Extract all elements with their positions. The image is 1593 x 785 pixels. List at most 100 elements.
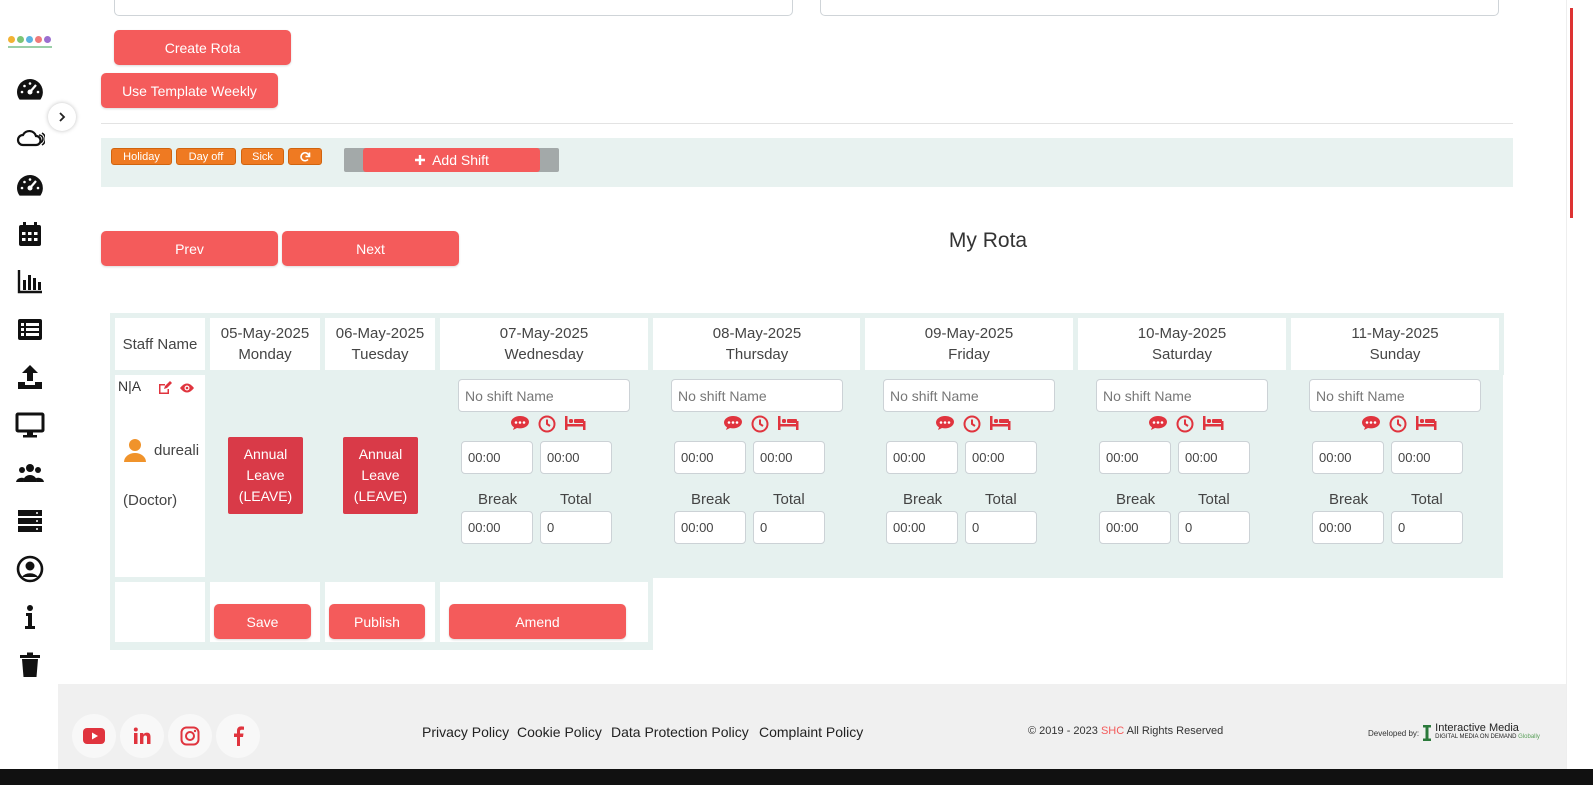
interactive-media-logo-icon	[1423, 725, 1432, 741]
total-label: Total	[1198, 491, 1230, 508]
publish-button[interactable]: Publish	[329, 604, 425, 639]
end-time-input[interactable]: 00:00	[1391, 441, 1463, 474]
end-time-input[interactable]: 00:00	[1178, 441, 1250, 474]
info-icon[interactable]	[14, 601, 46, 633]
shift-name-input[interactable]: No shift Name	[1309, 379, 1481, 412]
holiday-tag[interactable]: Holiday	[111, 148, 172, 165]
shift-name-input[interactable]: No shift Name	[671, 379, 843, 412]
developer-name-block[interactable]: Interactive Media DIGITAL MEDIA ON DEMAN…	[1435, 722, 1540, 742]
start-time-input[interactable]: 00:00	[1099, 441, 1171, 474]
top-input-left[interactable]	[114, 0, 793, 16]
clock-icon[interactable]	[538, 415, 556, 433]
list-icon[interactable]	[14, 313, 46, 345]
shift-name-input[interactable]: No shift Name	[1096, 379, 1268, 412]
clock-icon[interactable]	[963, 415, 981, 433]
break-input[interactable]: 00:00	[674, 511, 746, 544]
day-off-tag[interactable]: Day off	[176, 148, 236, 165]
total-input[interactable]: 0	[1391, 511, 1463, 544]
bed-icon[interactable]	[989, 415, 1011, 433]
edit-icon[interactable]	[157, 381, 172, 395]
total-input[interactable]: 0	[1178, 511, 1250, 544]
youtube-icon[interactable]	[72, 714, 116, 758]
day-header-thursday: 08-May-2025 Thursday	[648, 313, 866, 375]
annual-leave-badge[interactable]: Annual Leave (LEAVE)	[228, 437, 303, 514]
copyright-brand[interactable]: SHC	[1101, 725, 1124, 737]
staff-name: dureali	[154, 442, 200, 459]
clock-icon[interactable]	[1389, 415, 1407, 433]
shift-name-input[interactable]: No shift Name	[458, 379, 630, 412]
eye-icon[interactable]	[179, 382, 195, 394]
comment-icon[interactable]	[723, 415, 743, 433]
linkedin-icon[interactable]	[120, 714, 164, 758]
end-time-input[interactable]: 00:00	[753, 441, 825, 474]
sidebar-toggle-button[interactable]	[48, 103, 76, 131]
developed-by-label: Developed by:	[1368, 728, 1420, 738]
clock-icon[interactable]	[1176, 415, 1194, 433]
next-button[interactable]: Next	[282, 231, 459, 266]
users-icon[interactable]	[14, 457, 46, 489]
facebook-icon[interactable]	[216, 714, 260, 758]
data-protection-policy-link[interactable]: Data Protection Policy	[611, 724, 749, 740]
save-button[interactable]: Save	[214, 604, 311, 639]
start-time-input[interactable]: 00:00	[886, 441, 958, 474]
total-label: Total	[560, 491, 592, 508]
upload-icon[interactable]	[14, 361, 46, 393]
break-input[interactable]: 00:00	[461, 511, 533, 544]
comment-icon[interactable]	[1361, 415, 1381, 433]
dashboard-icon[interactable]	[14, 74, 46, 106]
start-time-input[interactable]: 00:00	[1312, 441, 1384, 474]
total-input[interactable]: 0	[540, 511, 612, 544]
dashboard-icon-2[interactable]	[14, 170, 46, 202]
break-input[interactable]: 00:00	[886, 511, 958, 544]
calendar-icon[interactable]	[14, 218, 46, 250]
add-shift-label: Add Shift	[432, 152, 489, 168]
refresh-tag[interactable]	[288, 148, 322, 165]
comment-icon[interactable]	[1148, 415, 1168, 433]
complaint-policy-link[interactable]: Complaint Policy	[759, 724, 863, 740]
bed-icon[interactable]	[1415, 415, 1437, 433]
server-icon[interactable]	[14, 505, 46, 537]
top-input-right[interactable]	[820, 0, 1499, 16]
privacy-policy-link[interactable]: Privacy Policy	[422, 724, 509, 740]
shift-icon-group	[1148, 415, 1224, 433]
create-rota-button[interactable]: Create Rota	[114, 30, 291, 65]
start-time-input[interactable]: 00:00	[674, 441, 746, 474]
shift-icon-group	[935, 415, 1011, 433]
end-time-input[interactable]: 00:00	[965, 441, 1037, 474]
cookie-policy-link[interactable]: Cookie Policy	[517, 724, 602, 740]
rota-table: Staff Name 05-May-2025 Monday 06-May-2025…	[110, 313, 1505, 650]
trash-icon[interactable]	[14, 649, 46, 681]
bed-icon[interactable]	[777, 415, 799, 433]
bed-icon[interactable]	[564, 415, 586, 433]
logo[interactable]	[8, 34, 54, 50]
user-circle-icon[interactable]	[14, 553, 46, 585]
sick-tag[interactable]: Sick	[241, 148, 284, 165]
break-input[interactable]: 00:00	[1099, 511, 1171, 544]
total-input[interactable]: 0	[965, 511, 1037, 544]
developer-name: Interactive Media	[1435, 722, 1519, 734]
instagram-icon[interactable]	[168, 714, 212, 758]
clock-icon[interactable]	[751, 415, 769, 433]
bar-chart-icon[interactable]	[14, 265, 46, 297]
action-row-blank	[110, 577, 210, 647]
staff-cell: N|A dureali (Doctor)	[110, 370, 210, 582]
comment-icon[interactable]	[510, 415, 530, 433]
end-time-input[interactable]: 00:00	[540, 441, 612, 474]
comment-icon[interactable]	[935, 415, 955, 433]
amend-button[interactable]: Amend	[449, 604, 626, 639]
cloud-icon[interactable]	[14, 122, 46, 154]
add-shift-button[interactable]: Add Shift	[363, 148, 540, 172]
break-input[interactable]: 00:00	[1312, 511, 1384, 544]
start-time-input[interactable]: 00:00	[461, 441, 533, 474]
scrollbar[interactable]	[1566, 0, 1593, 769]
prev-button[interactable]: Prev	[101, 231, 278, 266]
annual-leave-badge[interactable]: Annual Leave (LEAVE)	[343, 437, 418, 514]
total-input[interactable]: 0	[753, 511, 825, 544]
use-template-weekly-button[interactable]: Use Template Weekly	[101, 73, 278, 108]
page-title: My Rota	[948, 229, 1028, 252]
monitor-icon[interactable]	[14, 409, 46, 441]
shift-name-input[interactable]: No shift Name	[883, 379, 1055, 412]
bed-icon[interactable]	[1202, 415, 1224, 433]
day-name: Tuesday	[351, 346, 409, 363]
day-header-monday: 05-May-2025 Monday	[205, 313, 325, 375]
